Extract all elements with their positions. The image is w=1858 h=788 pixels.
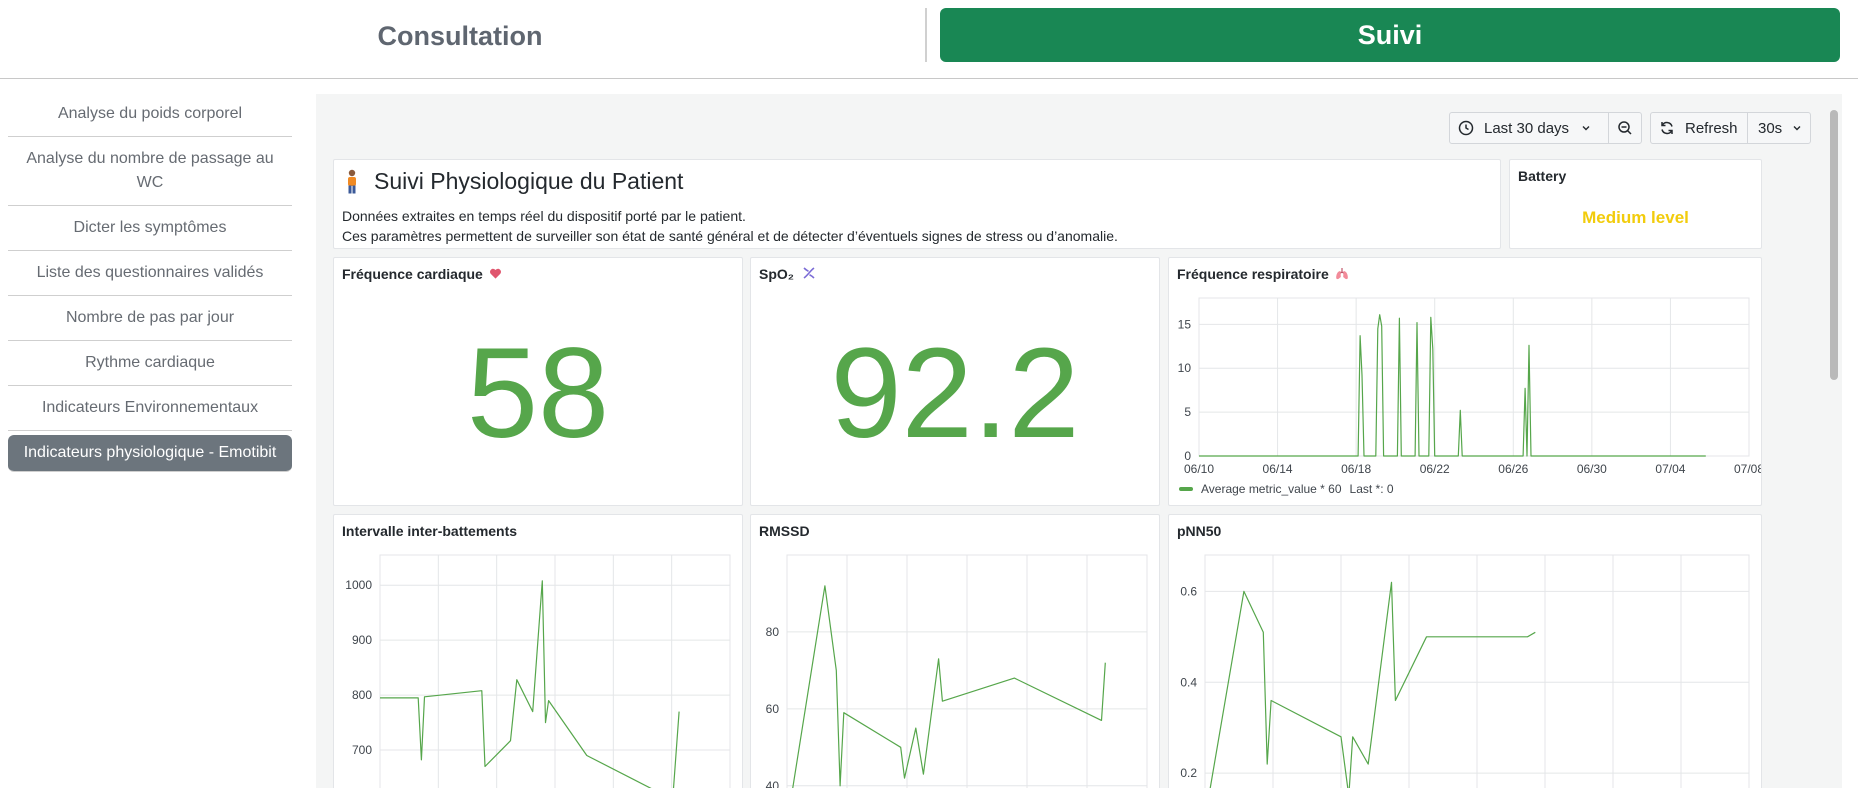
y-tick-label: 40: [766, 779, 780, 788]
scrollbar-thumb[interactable]: [1830, 110, 1838, 380]
spo2-panel: SpO₂ 92.2: [750, 257, 1160, 506]
heart-rate-panel: Fréquence cardiaque 58: [333, 257, 743, 506]
ibi-chart[interactable]: 700 800 900 1000: [334, 545, 743, 788]
x-tick-label: 06/14: [1263, 462, 1293, 476]
y-tick-label: 0.6: [1180, 584, 1197, 598]
header-panel: Suivi Physiologique du Patient Données e…: [333, 159, 1501, 249]
series-line: [1209, 581, 1536, 788]
rmssd-panel: RMSSD 40 60 80: [750, 514, 1160, 788]
pnn50-panel: pNN50 0.2 0.4 0.6: [1168, 514, 1762, 788]
y-tick-label: 10: [1178, 361, 1192, 375]
spo2-title-text: SpO₂: [759, 266, 794, 282]
heart-rate-title: Fréquence cardiaque: [342, 266, 502, 282]
y-tick-label: 800: [352, 688, 372, 702]
x-tick-label: 06/22: [1420, 462, 1450, 476]
respiratory-rate-chart[interactable]: 0 5 10 15 06/10 06/14 06/18 06/22 06/26 06/30 07/0…: [1169, 288, 1762, 488]
pnn50-chart[interactable]: 0.2 0.4 0.6: [1169, 545, 1762, 788]
legend-swatch: [1179, 487, 1193, 491]
x-tick-label: 06/10: [1184, 462, 1214, 476]
sidebar-item-environnement[interactable]: Indicateurs Environnementaux: [8, 386, 292, 431]
ibi-title: Intervalle inter-battements: [342, 523, 518, 539]
y-tick-label: 0.4: [1180, 675, 1197, 689]
chevron-down-icon: [1793, 126, 1801, 131]
heart-icon: [489, 268, 501, 279]
refresh-interval-label: 30s: [1758, 119, 1783, 137]
sidebar-item-poids[interactable]: Analyse du poids corporel: [8, 92, 292, 137]
person-icon: [348, 169, 356, 193]
clock-icon: [1458, 120, 1474, 136]
pnn50-title: pNN50: [1177, 523, 1222, 539]
x-tick-label: 07/08: [1734, 462, 1762, 476]
sidebar-item-symptomes[interactable]: Dicter les symptômes: [8, 206, 292, 251]
header-line-1: Données extraites en temps réel du dispo…: [342, 208, 746, 224]
y-tick-label: 1000: [345, 578, 372, 592]
y-tick-label: 60: [766, 702, 780, 716]
refresh-interval-picker[interactable]: 30s: [1747, 112, 1811, 144]
scrollbar[interactable]: [1826, 94, 1842, 788]
heart-rate-value: 58: [466, 322, 610, 465]
battery-value: Medium level: [1582, 208, 1689, 227]
top-navigation: Consultation Suivi: [0, 0, 1858, 79]
refresh-label: Refresh: [1685, 119, 1738, 137]
y-tick-label: 0.2: [1180, 766, 1197, 780]
zoom-out-icon: [1618, 121, 1632, 135]
respiratory-rate-title: Fréquence respiratoire: [1177, 266, 1349, 282]
zoom-out-button[interactable]: [1608, 112, 1642, 144]
dashboard: Last 30 days Refresh 30s Suivi Physiolog…: [316, 94, 1842, 788]
spo2-value: 92.2: [830, 322, 1080, 465]
lungs-icon: [1335, 268, 1348, 280]
header-line-2: Ces paramètres permettent de surveiller …: [342, 228, 1118, 244]
tab-suivi[interactable]: Suivi: [940, 8, 1840, 62]
respiratory-rate-panel: Fréquence respiratoire 0 5 10 15 06/10 06/14 0…: [1168, 257, 1762, 506]
time-range-picker[interactable]: Last 30 days: [1449, 112, 1609, 144]
y-tick-label: 80: [766, 625, 780, 639]
sidebar-item-emotibit[interactable]: Indicateurs physiologique - Emotibit: [8, 435, 292, 472]
x-tick-label: 07/04: [1655, 462, 1685, 476]
heart-rate-title-text: Fréquence cardiaque: [342, 266, 483, 282]
y-tick-label: 0: [1184, 449, 1191, 463]
battery-panel: Battery Medium level: [1509, 159, 1762, 249]
spo2-title: SpO₂: [759, 266, 816, 282]
sidebar-item-pas[interactable]: Nombre de pas par jour: [8, 296, 292, 341]
ibi-panel: Intervalle inter-battements 700 800 900 100…: [333, 514, 743, 788]
battery-title: Battery: [1518, 168, 1567, 184]
time-range-label: Last 30 days: [1484, 119, 1570, 137]
legend-series-name: Average metric_value * 60: [1201, 482, 1342, 496]
x-tick-label: 06/26: [1498, 462, 1528, 476]
sidebar: Analyse du poids corporel Analyse du nom…: [8, 92, 292, 472]
tab-divider: [925, 8, 927, 62]
respiratory-rate-title-text: Fréquence respiratoire: [1177, 266, 1329, 282]
plot-area: [1198, 297, 1750, 457]
sidebar-item-wc[interactable]: Analyse du nombre de passage au WC: [8, 137, 292, 206]
series-line: [792, 585, 1106, 788]
sidebar-item-rythme[interactable]: Rythme cardiaque: [8, 341, 292, 386]
y-tick-label: 700: [352, 743, 372, 757]
refresh-button[interactable]: Refresh: [1650, 112, 1748, 144]
header-title: Suivi Physiologique du Patient: [374, 168, 684, 194]
refresh-icon: [1661, 121, 1673, 135]
respiratory-rate-legend[interactable]: Average metric_value * 60 Last *: 0: [1179, 482, 1394, 496]
y-tick-label: 5: [1184, 405, 1191, 419]
series-line: [380, 580, 680, 788]
sidebar-item-questionnaires[interactable]: Liste des questionnaires validés: [8, 251, 292, 296]
x-tick-label: 06/18: [1341, 462, 1371, 476]
tab-consultation[interactable]: Consultation: [0, 8, 920, 64]
y-tick-label: 15: [1178, 317, 1192, 331]
series-line: [1199, 314, 1706, 457]
chevron-down-icon: [1582, 126, 1590, 131]
dna-icon: [803, 267, 815, 279]
x-tick-label: 06/30: [1577, 462, 1607, 476]
header-title-row: Suivi Physiologique du Patient: [342, 168, 683, 195]
legend-last-value: Last *: 0: [1349, 482, 1394, 496]
rmssd-title: RMSSD: [759, 523, 810, 539]
rmssd-chart[interactable]: 40 60 80: [751, 545, 1160, 788]
y-tick-label: 900: [352, 633, 372, 647]
header-description: Données extraites en temps réel du dispo…: [342, 206, 1118, 246]
